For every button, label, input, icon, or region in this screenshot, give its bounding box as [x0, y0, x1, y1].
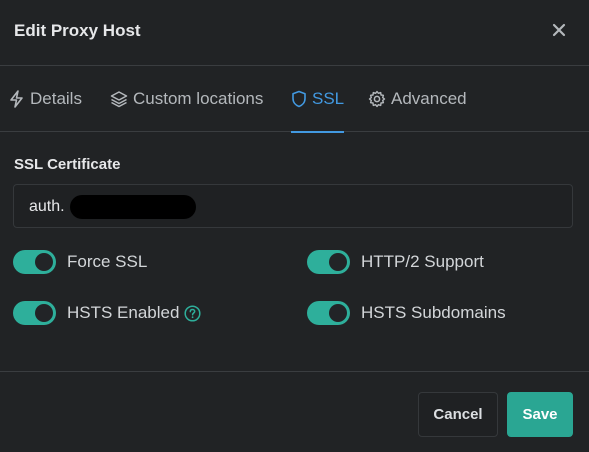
tab-custom-locations[interactable]: Custom locations — [110, 66, 263, 132]
hsts-enabled-label: HSTS Enabled — [67, 303, 180, 322]
ssl-certificate-label: SSL Certificate — [14, 156, 121, 173]
toggle-knob — [35, 304, 53, 322]
tab-details-label: Details — [30, 89, 82, 108]
hsts-subdomains-label: HSTS Subdomains — [361, 303, 506, 322]
toggle-knob — [35, 253, 53, 271]
lightning-icon — [10, 90, 23, 108]
tab-ssl[interactable]: SSL — [291, 66, 345, 133]
tab-advanced[interactable]: Advanced — [368, 66, 467, 132]
shield-icon — [292, 90, 306, 108]
ssl-certificate-select[interactable]: auth. — [13, 184, 573, 228]
cancel-button[interactable]: Cancel — [418, 392, 498, 437]
help-icon[interactable] — [184, 304, 202, 322]
ssl-certificate-value: auth. — [29, 198, 65, 215]
layers-icon — [110, 91, 128, 108]
close-button[interactable] — [548, 19, 570, 41]
http2-support-toggle[interactable] — [307, 250, 350, 274]
hsts-subdomains-switch[interactable]: HSTS Subdomains — [307, 301, 506, 325]
edit-proxy-host-modal: Edit Proxy Host Details Custom locations — [0, 0, 589, 452]
toggle-knob — [329, 253, 347, 271]
hsts-subdomains-toggle[interactable] — [307, 301, 350, 325]
http2-support-label: HTTP/2 Support — [361, 252, 484, 271]
toggle-knob — [329, 304, 347, 322]
modal-header: Edit Proxy Host — [0, 0, 589, 66]
tab-custom-locations-label: Custom locations — [133, 89, 264, 108]
tab-advanced-label: Advanced — [391, 89, 467, 108]
save-button[interactable]: Save — [507, 392, 573, 437]
close-icon — [552, 23, 566, 37]
modal-footer: Cancel Save — [0, 371, 589, 452]
force-ssl-toggle[interactable] — [13, 250, 56, 274]
hsts-enabled-switch[interactable]: HSTS Enabled — [13, 301, 202, 325]
http2-support-switch[interactable]: HTTP/2 Support — [307, 250, 484, 274]
gear-icon — [368, 90, 386, 108]
modal-title: Edit Proxy Host — [14, 21, 141, 40]
hsts-enabled-toggle[interactable] — [13, 301, 56, 325]
tab-ssl-label: SSL — [312, 89, 345, 108]
force-ssl-label: Force SSL — [67, 252, 148, 271]
tab-bar: Details Custom locations SSL Advanced — [0, 66, 589, 133]
redaction-mark — [70, 195, 196, 219]
tab-details[interactable]: Details — [8, 66, 82, 132]
force-ssl-switch[interactable]: Force SSL — [13, 250, 147, 274]
